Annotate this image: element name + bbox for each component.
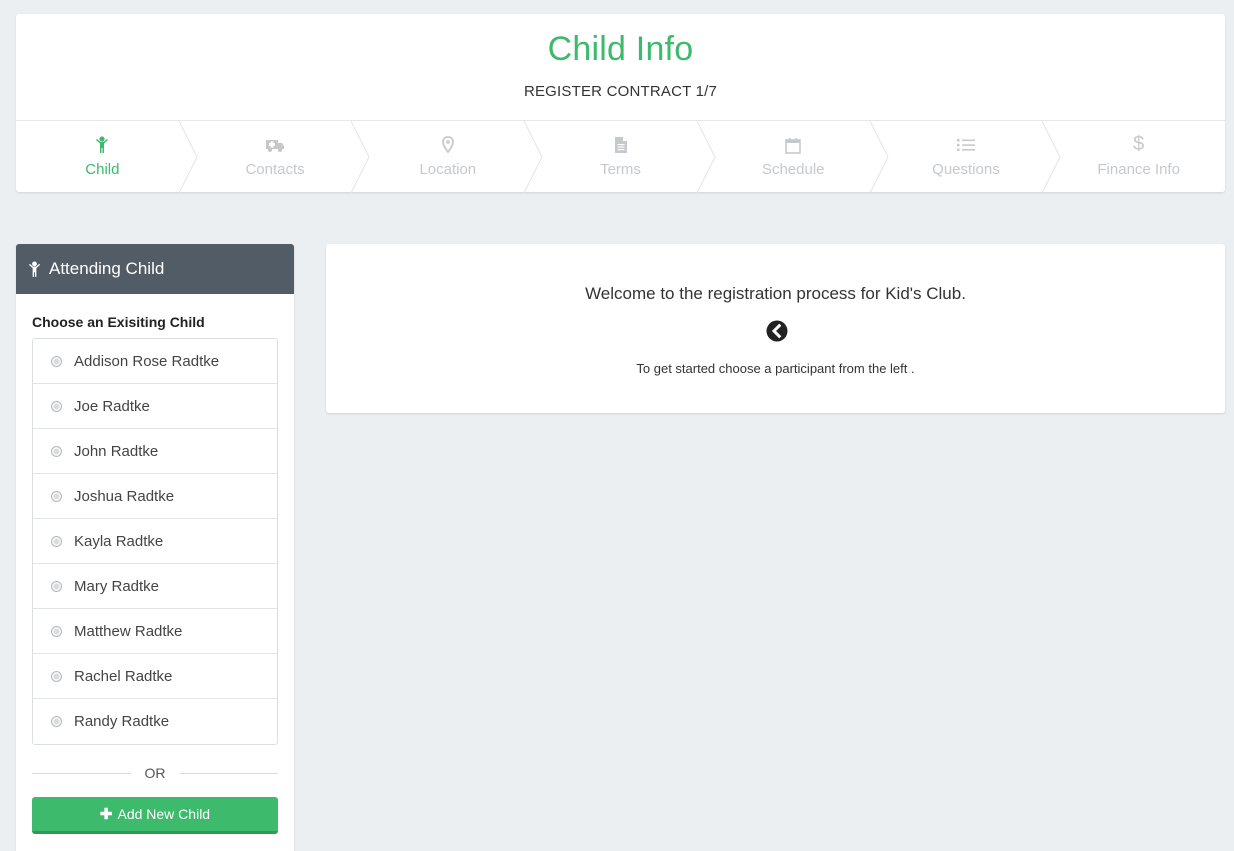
list-item[interactable]: Randy Radtke bbox=[33, 699, 277, 744]
step-navigation: Child Contacts Location Terms Schedule Q… bbox=[16, 120, 1225, 193]
radio-button[interactable] bbox=[51, 625, 62, 637]
step-questions[interactable]: Questions bbox=[880, 121, 1061, 193]
step-label: Questions bbox=[932, 161, 1000, 178]
add-new-child-label: Add New Child bbox=[117, 806, 211, 822]
divider-line bbox=[179, 772, 278, 774]
radio-button[interactable] bbox=[51, 580, 62, 592]
or-label: OR bbox=[144, 765, 166, 781]
header-card: Child Info REGISTER CONTRACT 1/7 Child C… bbox=[16, 14, 1225, 193]
step-contacts[interactable]: Contacts bbox=[189, 121, 370, 193]
divider-line bbox=[32, 772, 131, 774]
calendar-icon bbox=[707, 132, 880, 156]
plus-icon: ✚ bbox=[99, 806, 113, 823]
list-icon bbox=[880, 132, 1053, 156]
step-label: Child bbox=[85, 161, 120, 178]
step-location[interactable]: Location bbox=[361, 121, 543, 193]
attending-child-panel: Attending Child Choose an Exisiting Chil… bbox=[16, 244, 294, 851]
chevron-left-circle-icon bbox=[766, 320, 787, 342]
child-name: Mary Radtke bbox=[74, 577, 160, 595]
child-name: Addison Rose Radtke bbox=[74, 352, 220, 370]
child-icon bbox=[16, 132, 189, 156]
welcome-card: Welcome to the registration process for … bbox=[326, 244, 1225, 413]
list-item[interactable]: Kayla Radtke bbox=[33, 519, 277, 564]
step-terms[interactable]: Terms bbox=[534, 121, 716, 193]
step-child[interactable]: Child bbox=[16, 121, 198, 193]
child-list: Addison Rose Radtke Joe Radtke John Radt… bbox=[32, 338, 278, 745]
hint-message: To get started choose a participant from… bbox=[636, 361, 915, 376]
list-item[interactable]: Addison Rose Radtke bbox=[33, 339, 277, 384]
child-name: Joe Radtke bbox=[74, 397, 150, 415]
step-label: Location bbox=[419, 161, 477, 178]
add-new-child-button[interactable]: ✚ Add New Child bbox=[32, 797, 278, 834]
step-schedule[interactable]: Schedule bbox=[707, 121, 889, 193]
list-item[interactable]: Joe Radtke bbox=[33, 384, 277, 429]
document-icon bbox=[534, 132, 707, 156]
child-icon bbox=[28, 261, 41, 278]
step-label: Terms bbox=[600, 161, 641, 178]
step-label: Schedule bbox=[761, 161, 825, 178]
child-name: Kayla Radtke bbox=[74, 532, 164, 550]
child-name: Joshua Radtke bbox=[74, 487, 175, 505]
page-subtitle: REGISTER CONTRACT 1/7 bbox=[523, 83, 718, 100]
radio-button[interactable] bbox=[51, 490, 62, 502]
radio-button[interactable] bbox=[51, 445, 62, 457]
step-finance-info[interactable]: $ Finance Info bbox=[1052, 121, 1225, 192]
choose-child-label: Choose an Exisiting Child bbox=[32, 314, 205, 330]
welcome-message: Welcome to the registration process for … bbox=[585, 284, 966, 303]
radio-button[interactable] bbox=[51, 400, 62, 412]
list-item[interactable]: Mary Radtke bbox=[33, 564, 277, 609]
radio-button[interactable] bbox=[51, 716, 62, 727]
radio-button[interactable] bbox=[51, 535, 62, 547]
child-name: Randy Radtke bbox=[74, 713, 170, 730]
radio-button[interactable] bbox=[51, 670, 62, 682]
step-label: Finance Info bbox=[1097, 161, 1180, 178]
or-divider: OR bbox=[32, 760, 278, 786]
child-name: Matthew Radtke bbox=[74, 622, 183, 640]
step-label: Contacts bbox=[245, 161, 305, 178]
page-title: Child Info bbox=[547, 30, 694, 68]
map-marker-icon bbox=[361, 132, 534, 156]
panel-header: Attending Child bbox=[16, 244, 294, 294]
list-item[interactable]: Matthew Radtke bbox=[33, 609, 277, 654]
panel-title: Attending Child bbox=[49, 259, 165, 278]
list-item[interactable]: Rachel Radtke bbox=[33, 654, 277, 699]
list-item[interactable]: Joshua Radtke bbox=[33, 474, 277, 519]
dollar-icon: $ bbox=[1133, 133, 1145, 155]
list-item[interactable]: John Radtke bbox=[33, 429, 277, 474]
radio-button[interactable] bbox=[51, 355, 62, 367]
child-name: Rachel Radtke bbox=[74, 667, 173, 685]
child-name: John Radtke bbox=[74, 442, 159, 460]
ambulance-icon bbox=[189, 132, 362, 156]
